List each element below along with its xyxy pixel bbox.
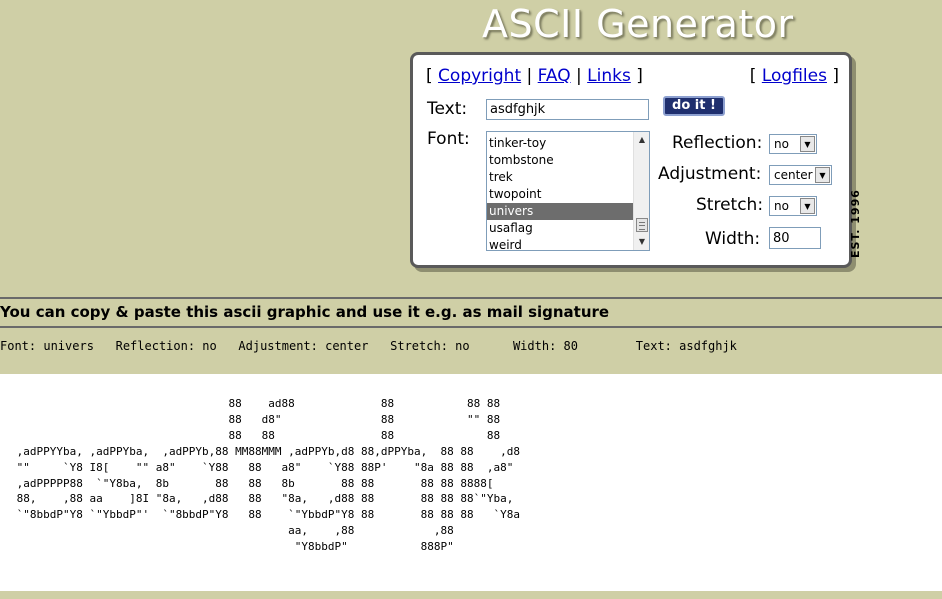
- chevron-down-icon: ▼: [800, 198, 815, 214]
- copy-heading: You can copy & paste this ascii graphic …: [0, 303, 610, 321]
- font-option[interactable]: weird: [487, 237, 633, 250]
- font-option[interactable]: tombstone: [487, 152, 633, 169]
- font-option[interactable]: trek: [487, 169, 633, 186]
- logfiles-link[interactable]: Logfiles: [762, 66, 827, 86]
- settings-summary: Font: univers Reflection: no Adjustment:…: [0, 339, 737, 353]
- chevron-down-icon: ▼: [800, 136, 815, 152]
- font-option[interactable]: usaflag: [487, 220, 633, 237]
- font-label: Font:: [427, 129, 470, 149]
- adjustment-label: Adjustment:: [658, 164, 762, 184]
- site-logo: ASCII Generator: [482, 2, 794, 46]
- est-badge: EST. 1996: [849, 189, 862, 258]
- stretch-label: Stretch:: [696, 195, 764, 215]
- font-listbox[interactable]: tinker-toy tombstone trek twopoint unive…: [486, 131, 650, 251]
- faq-link[interactable]: FAQ: [538, 66, 571, 86]
- divider: [0, 297, 942, 299]
- width-label: Width:: [705, 229, 761, 249]
- copyright-link[interactable]: Copyright: [438, 66, 521, 86]
- font-option[interactable]: tinker-toy: [487, 135, 633, 152]
- nav-links: [ Copyright | FAQ | Links ]: [426, 66, 643, 86]
- font-list-scrollbar[interactable]: ▲ ▼: [633, 132, 649, 250]
- reflection-select[interactable]: no ▼: [769, 134, 817, 154]
- scroll-down-icon[interactable]: ▼: [634, 235, 649, 249]
- stretch-value: no: [774, 199, 789, 213]
- text-label: Text:: [427, 99, 468, 119]
- width-input[interactable]: [769, 227, 821, 249]
- scroll-thumb[interactable]: [636, 218, 648, 232]
- chevron-down-icon: ▼: [815, 167, 830, 183]
- font-option[interactable]: twopoint: [487, 186, 633, 203]
- links-link[interactable]: Links: [587, 66, 631, 86]
- adjustment-value: center: [774, 168, 813, 182]
- do-it-button[interactable]: do it !: [663, 96, 725, 116]
- ascii-art: 88 ad88 88 88 88 88 d8" 88 "" 88 88 88 8…: [16, 397, 520, 554]
- stretch-select[interactable]: no ▼: [769, 196, 817, 216]
- generator-panel: [ Copyright | FAQ | Links ] [ Logfiles ]…: [410, 52, 852, 268]
- adjustment-select[interactable]: center ▼: [769, 165, 832, 185]
- divider: [0, 326, 942, 328]
- reflection-label: Reflection:: [672, 133, 763, 153]
- scroll-up-icon[interactable]: ▲: [634, 133, 649, 147]
- text-input[interactable]: [486, 99, 649, 120]
- reflection-value: no: [774, 137, 789, 151]
- font-option-selected[interactable]: univers: [487, 203, 633, 220]
- logfiles-nav: [ Logfiles ]: [749, 66, 839, 86]
- ascii-output-area: 88 ad88 88 88 88 88 d8" 88 "" 88 88 88 8…: [0, 374, 942, 591]
